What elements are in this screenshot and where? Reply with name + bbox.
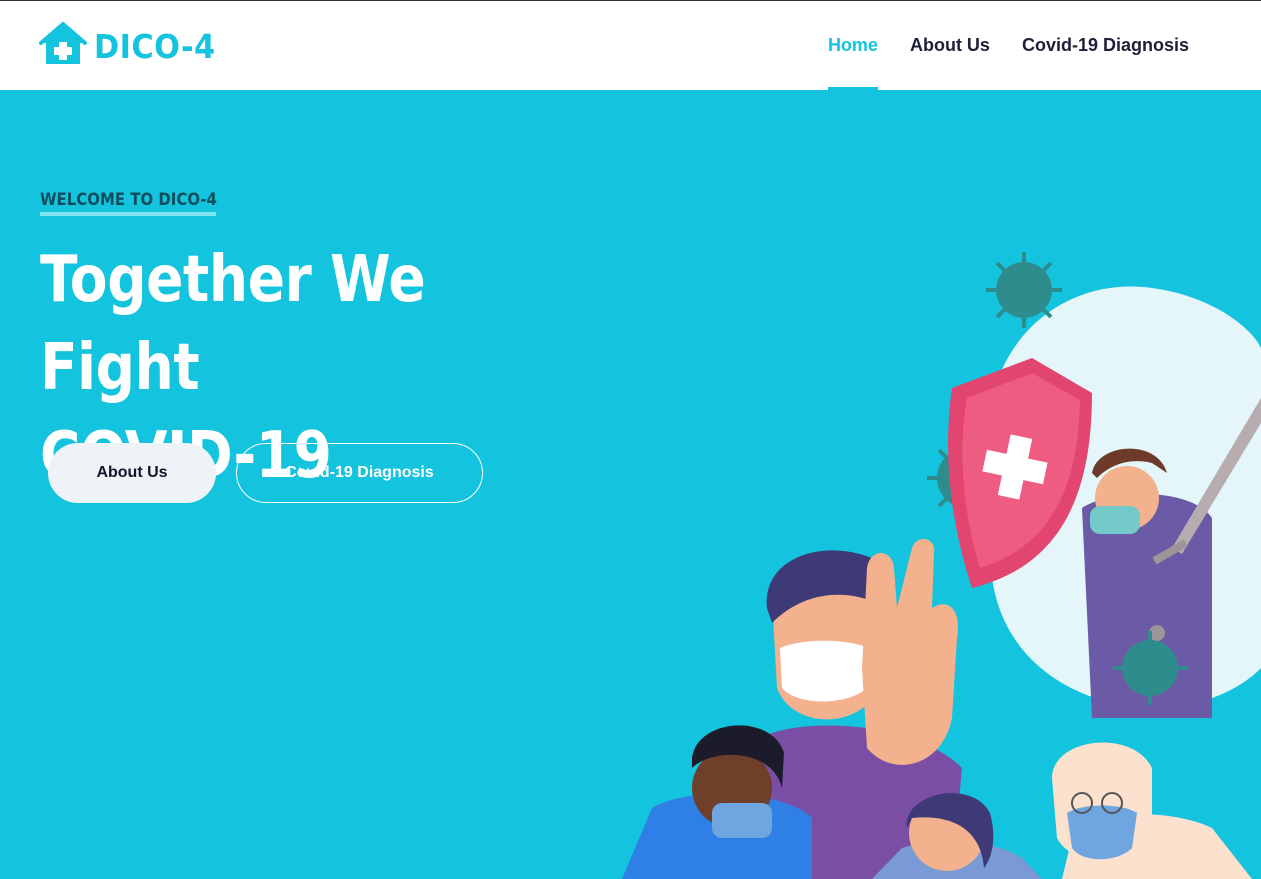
healthcare-workers-illustration — [622, 252, 1261, 879]
nav-covid-diagnosis[interactable]: Covid-19 Diagnosis — [1022, 1, 1189, 90]
house-medical-icon — [38, 21, 88, 72]
nav-covid-diagnosis-label: Covid-19 Diagnosis — [1021, 35, 1189, 55]
nav-home[interactable]: Home — [827, 1, 878, 91]
main-nav: Home About Us Covid-19 Diagnosis — [796, 1, 1189, 91]
nav-about-us-label: About Us — [909, 35, 990, 55]
navbar: DICO-4 Home About Us Covid-19 Diagnosis — [0, 1, 1261, 91]
brand-name: DICO-4 — [94, 26, 216, 66]
hero-section: WELCOME TO DICO-4 Together We Fight COVI… — [0, 90, 1261, 879]
hero-eyebrow: WELCOME TO DICO-4 — [40, 190, 217, 210]
covid-diagnosis-button[interactable]: Covid-19 Diagnosis — [236, 443, 483, 503]
eyebrow-underline — [40, 212, 216, 216]
nav-about-us[interactable]: About Us — [910, 1, 990, 90]
about-us-button[interactable]: About Us — [48, 443, 216, 503]
brand-logo[interactable]: DICO-4 — [38, 21, 226, 72]
nav-home-label: Home — [827, 35, 878, 55]
virus-icon — [986, 252, 1062, 328]
hero-title-line1: Together We Fight — [40, 243, 426, 405]
